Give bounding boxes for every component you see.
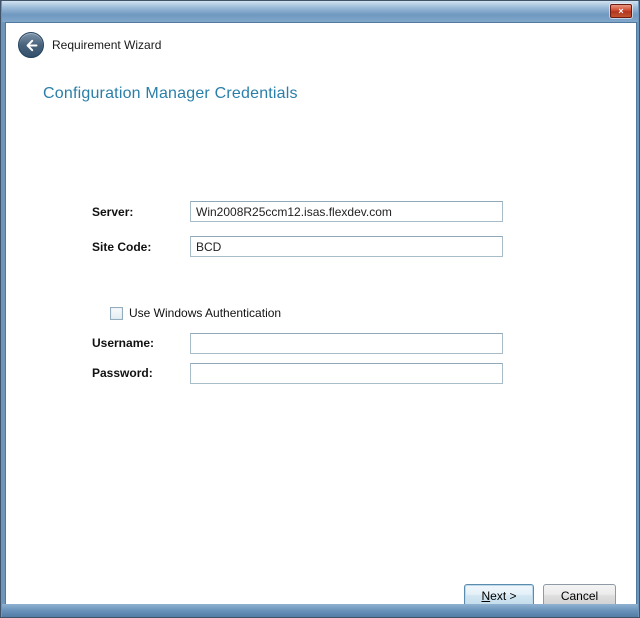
next-button-accel: N xyxy=(481,589,490,603)
site-code-input[interactable] xyxy=(190,236,503,257)
wizard-client-area: Requirement Wizard Configuration Manager… xyxy=(5,22,637,606)
windows-auth-label[interactable]: Use Windows Authentication xyxy=(129,306,281,320)
back-arrow-icon xyxy=(25,39,38,52)
server-input[interactable] xyxy=(190,201,503,222)
wizard-window: × Requirement Wizard Configuration Manag… xyxy=(0,0,640,618)
password-input[interactable] xyxy=(190,363,503,384)
back-button[interactable] xyxy=(18,32,44,58)
next-button-rest: ext > xyxy=(490,589,516,603)
server-label: Server: xyxy=(92,205,133,219)
username-label: Username: xyxy=(92,336,154,350)
wizard-title: Requirement Wizard xyxy=(52,38,161,52)
titlebar: × xyxy=(2,1,638,22)
password-label: Password: xyxy=(92,366,153,380)
close-button[interactable]: × xyxy=(610,4,632,18)
windows-auth-checkbox[interactable] xyxy=(110,307,123,320)
page-title: Configuration Manager Credentials xyxy=(43,85,298,103)
site-code-label: Site Code: xyxy=(92,240,151,254)
username-input[interactable] xyxy=(190,333,503,354)
close-icon: × xyxy=(618,6,623,16)
window-bottom-frame xyxy=(2,604,638,617)
